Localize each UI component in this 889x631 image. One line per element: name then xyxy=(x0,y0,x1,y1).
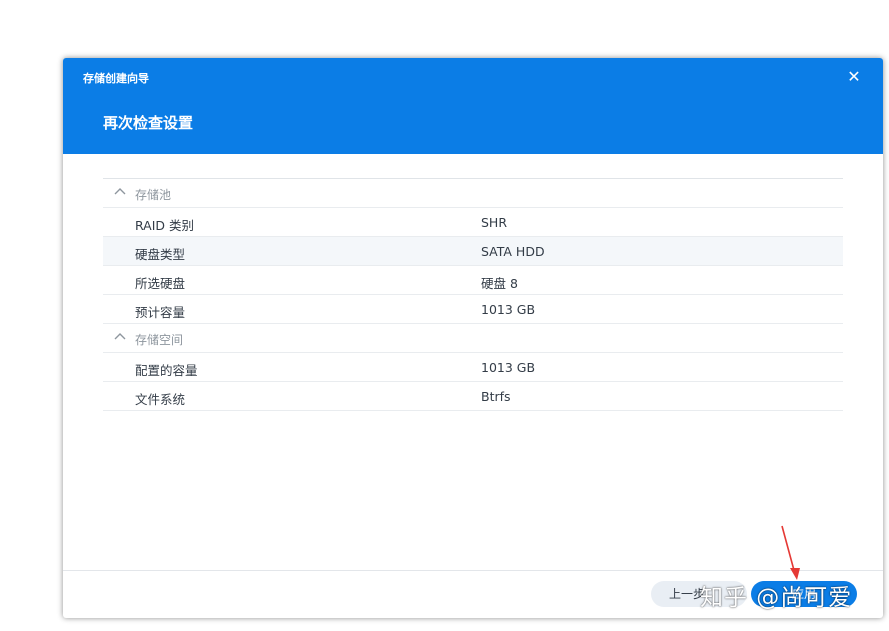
chevron-up-icon xyxy=(114,333,126,340)
footer-divider xyxy=(63,570,883,571)
section-label: 存储空间 xyxy=(135,333,184,347)
settings-summary-table: 存储池 RAID 类别 SHR 硬盘类型 SATA HDD 所选硬盘 硬盘 8 … xyxy=(103,178,843,411)
table-row: 硬盘类型 SATA HDD xyxy=(103,237,843,266)
row-value: SHR xyxy=(481,215,508,230)
row-label: 所选硬盘 xyxy=(135,276,186,291)
row-label: 硬盘类型 xyxy=(135,247,186,262)
table-row: RAID 类别 SHR xyxy=(103,208,843,237)
previous-button[interactable]: 上一步 xyxy=(651,581,747,607)
chevron-up-icon xyxy=(114,188,126,195)
row-value: 1013 GB xyxy=(481,302,536,317)
table-row: 所选硬盘 硬盘 8 xyxy=(103,266,843,295)
apply-button[interactable]: 应用 xyxy=(751,581,857,607)
annotation-arrow-icon xyxy=(781,525,800,580)
row-value: Btrfs xyxy=(481,389,511,404)
row-value: 1013 GB xyxy=(481,360,536,375)
section-header-storage-pool[interactable]: 存储池 xyxy=(103,179,843,208)
storage-wizard-dialog: 存储创建向导 ✕ 再次检查设置 存储池 RAID 类别 SHR 硬盘类型 SAT… xyxy=(63,58,883,618)
row-label: RAID 类别 xyxy=(135,218,195,233)
table-row: 配置的容量 1013 GB xyxy=(103,353,843,382)
wizard-title: 存储创建向导 xyxy=(83,72,149,85)
section-header-volume[interactable]: 存储空间 xyxy=(103,324,843,353)
step-title: 再次检查设置 xyxy=(103,114,194,132)
table-row: 预计容量 1013 GB xyxy=(103,295,843,324)
section-label: 存储池 xyxy=(135,188,172,202)
row-value: SATA HDD xyxy=(481,244,545,259)
row-value: 硬盘 8 xyxy=(481,276,518,291)
row-label: 文件系统 xyxy=(135,392,186,407)
row-label: 预计容量 xyxy=(135,305,186,320)
dialog-header: 存储创建向导 ✕ 再次检查设置 xyxy=(63,58,883,154)
row-label: 配置的容量 xyxy=(135,363,198,378)
table-row: 文件系统 Btrfs xyxy=(103,382,843,411)
close-icon[interactable]: ✕ xyxy=(845,68,863,86)
